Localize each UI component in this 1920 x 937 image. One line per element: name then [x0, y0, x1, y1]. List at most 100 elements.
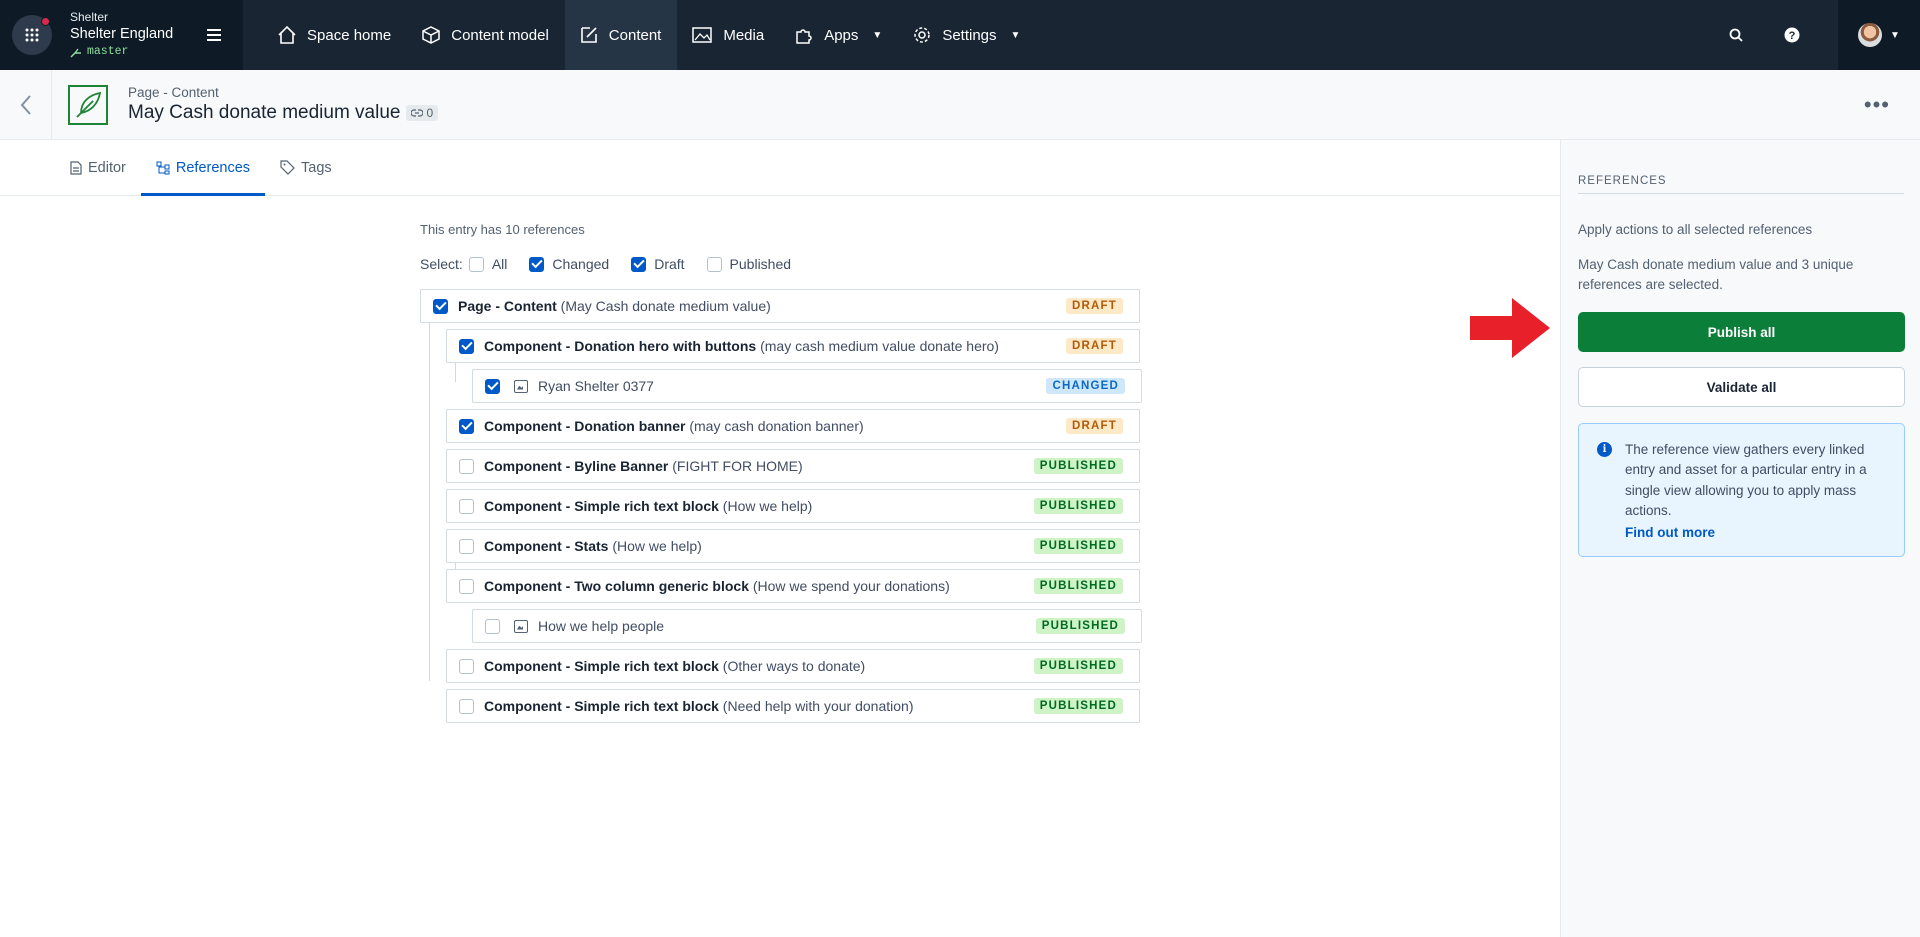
nav-content-model[interactable]: Content model: [407, 0, 565, 70]
reference-checkbox[interactable]: [485, 378, 500, 394]
select-changed-checkbox[interactable]: [529, 256, 545, 272]
apply-actions-text: Apply actions to all selected references: [1578, 222, 1813, 237]
entry-tabs: Editor References Tags: [0, 140, 1560, 196]
back-button[interactable]: [0, 69, 52, 140]
user-menu[interactable]: ▼: [1838, 0, 1920, 70]
references-summary: This entry has 10 references: [420, 222, 585, 237]
find-out-more-link[interactable]: Find out more: [1625, 523, 1888, 543]
tab-editor[interactable]: Editor: [55, 140, 141, 195]
select-draft-option[interactable]: Draft: [631, 256, 685, 272]
tree-connector: [429, 323, 430, 681]
select-draft-checkbox[interactable]: [631, 256, 647, 272]
reference-checkbox[interactable]: [459, 658, 474, 674]
tab-tags[interactable]: Tags: [265, 140, 347, 195]
status-badge: PUBLISHED: [1033, 698, 1123, 714]
environment-label: master: [70, 46, 207, 59]
reference-label: Ryan Shelter 0377: [538, 378, 1046, 394]
nav-content[interactable]: Content: [564, 0, 678, 70]
entry-title: May Cash donate medium value: [128, 102, 401, 123]
reference-content-type: Component - Byline Banner: [484, 458, 669, 474]
nav-media[interactable]: Media: [677, 0, 780, 70]
reference-entry-title: Ryan Shelter 0377: [538, 378, 654, 394]
reference-checkbox[interactable]: [459, 498, 474, 514]
feather-icon: [68, 84, 108, 125]
info-icon: i: [1597, 442, 1612, 457]
references-tree: Page - Content (May Cash donate medium v…: [420, 289, 1142, 723]
nav-settings[interactable]: Settings ▼: [898, 0, 1036, 70]
status-badge: DRAFT: [1066, 298, 1123, 314]
references-panel: This entry has 10 references Select: All…: [0, 196, 1560, 937]
image-icon: [692, 27, 713, 43]
reference-entry-title: (How we help): [718, 498, 813, 514]
reference-row-asset[interactable]: Ryan Shelter 0377 CHANGED: [472, 369, 1142, 403]
reference-row[interactable]: Page - Content (May Cash donate medium v…: [420, 289, 1140, 323]
reference-checkbox[interactable]: [433, 298, 448, 314]
reference-row[interactable]: Component - Byline Banner (FIGHT FOR HOM…: [446, 449, 1140, 483]
reference-checkbox[interactable]: [485, 618, 500, 634]
reference-row[interactable]: Component - Two column generic block (Ho…: [446, 569, 1140, 603]
reference-row[interactable]: Component - Simple rich text block (Othe…: [446, 649, 1140, 683]
nav-label: Content: [608, 26, 662, 44]
sidebar-heading: REFERENCES: [1578, 175, 1904, 194]
reference-entry-title: (may cash medium value donate hero): [756, 338, 999, 354]
reference-row[interactable]: Component - Donation hero with buttons (…: [446, 329, 1140, 363]
status-badge: PUBLISHED: [1033, 578, 1123, 594]
select-changed-option[interactable]: Changed: [529, 256, 609, 272]
selected-summary-text: May Cash donate medium value and 3 uniqu…: [1578, 257, 1854, 292]
cube-icon: [422, 26, 440, 44]
reference-content-type: Component - Simple rich text block: [484, 698, 719, 714]
reference-entry-title: (May Cash donate medium value): [556, 298, 771, 314]
chevron-down-icon: ▼: [1010, 29, 1021, 41]
nav-label: Space home: [307, 26, 392, 44]
incoming-links-count: 0: [426, 106, 434, 120]
reference-checkbox[interactable]: [459, 338, 474, 354]
space-switcher[interactable]: Shelter Shelter England master: [0, 0, 243, 70]
reference-checkbox[interactable]: [459, 698, 474, 714]
select-published-checkbox[interactable]: [706, 256, 722, 272]
status-badge: PUBLISHED: [1035, 618, 1125, 634]
chevron-down-icon: ▼: [872, 29, 883, 41]
reference-row-asset[interactable]: How we help people PUBLISHED: [472, 609, 1142, 643]
tab-references[interactable]: References: [140, 140, 266, 196]
select-published-option[interactable]: Published: [706, 256, 791, 272]
asset-image-icon: [514, 379, 528, 393]
reference-content-type: Page - Content: [458, 298, 557, 314]
asset-image-icon: [514, 619, 528, 633]
entry-header: Page - Content May Cash donate medium va…: [0, 69, 1920, 140]
link-icon: [411, 109, 424, 117]
reference-row[interactable]: Component - Stats (How we help) PUBLISHED: [446, 529, 1140, 563]
reference-label: Page - Content (May Cash donate medium v…: [458, 298, 1066, 314]
validate-all-button[interactable]: Validate all: [1578, 367, 1905, 407]
reference-row[interactable]: Component - Donation banner (may cash do…: [446, 409, 1140, 443]
status-badge: DRAFT: [1066, 418, 1123, 434]
reference-content-type: Component - Simple rich text block: [484, 498, 719, 514]
reference-row[interactable]: Component - Simple rich text block (How …: [446, 489, 1140, 523]
more-options-icon[interactable]: •••: [1864, 92, 1890, 118]
reference-content-type: Component - Simple rich text block: [484, 658, 719, 674]
menu-icon[interactable]: [207, 29, 229, 41]
select-all-checkbox[interactable]: [468, 256, 484, 272]
reference-checkbox[interactable]: [459, 418, 474, 434]
status-badge: PUBLISHED: [1033, 538, 1123, 554]
incoming-links-badge[interactable]: 0: [406, 105, 439, 121]
app-grid-icon[interactable]: [12, 15, 52, 55]
nav-space-home[interactable]: Space home: [263, 0, 407, 70]
reference-label: Component - Simple rich text block (Othe…: [484, 658, 1034, 674]
help-button[interactable]: ?: [1764, 0, 1820, 70]
chevron-down-icon: ▼: [1890, 29, 1900, 41]
reference-content-type: Component - Two column generic block: [484, 578, 749, 594]
reference-entry-title: (may cash donation banner): [685, 418, 864, 434]
nav-label: Settings: [942, 26, 997, 44]
reference-checkbox[interactable]: [459, 538, 474, 554]
publish-all-button[interactable]: Publish all: [1578, 312, 1905, 352]
info-text: The reference view gathers every linked …: [1625, 442, 1867, 518]
status-badge: PUBLISHED: [1033, 658, 1123, 674]
reference-content-type: Component - Donation banner: [484, 418, 686, 434]
reference-checkbox[interactable]: [459, 458, 474, 474]
select-all-option[interactable]: All: [468, 256, 507, 272]
search-button[interactable]: [1708, 0, 1764, 70]
status-badge: DRAFT: [1066, 338, 1123, 354]
nav-apps[interactable]: Apps ▼: [780, 0, 898, 70]
reference-checkbox[interactable]: [459, 578, 474, 594]
reference-row[interactable]: Component - Simple rich text block (Need…: [446, 689, 1140, 723]
